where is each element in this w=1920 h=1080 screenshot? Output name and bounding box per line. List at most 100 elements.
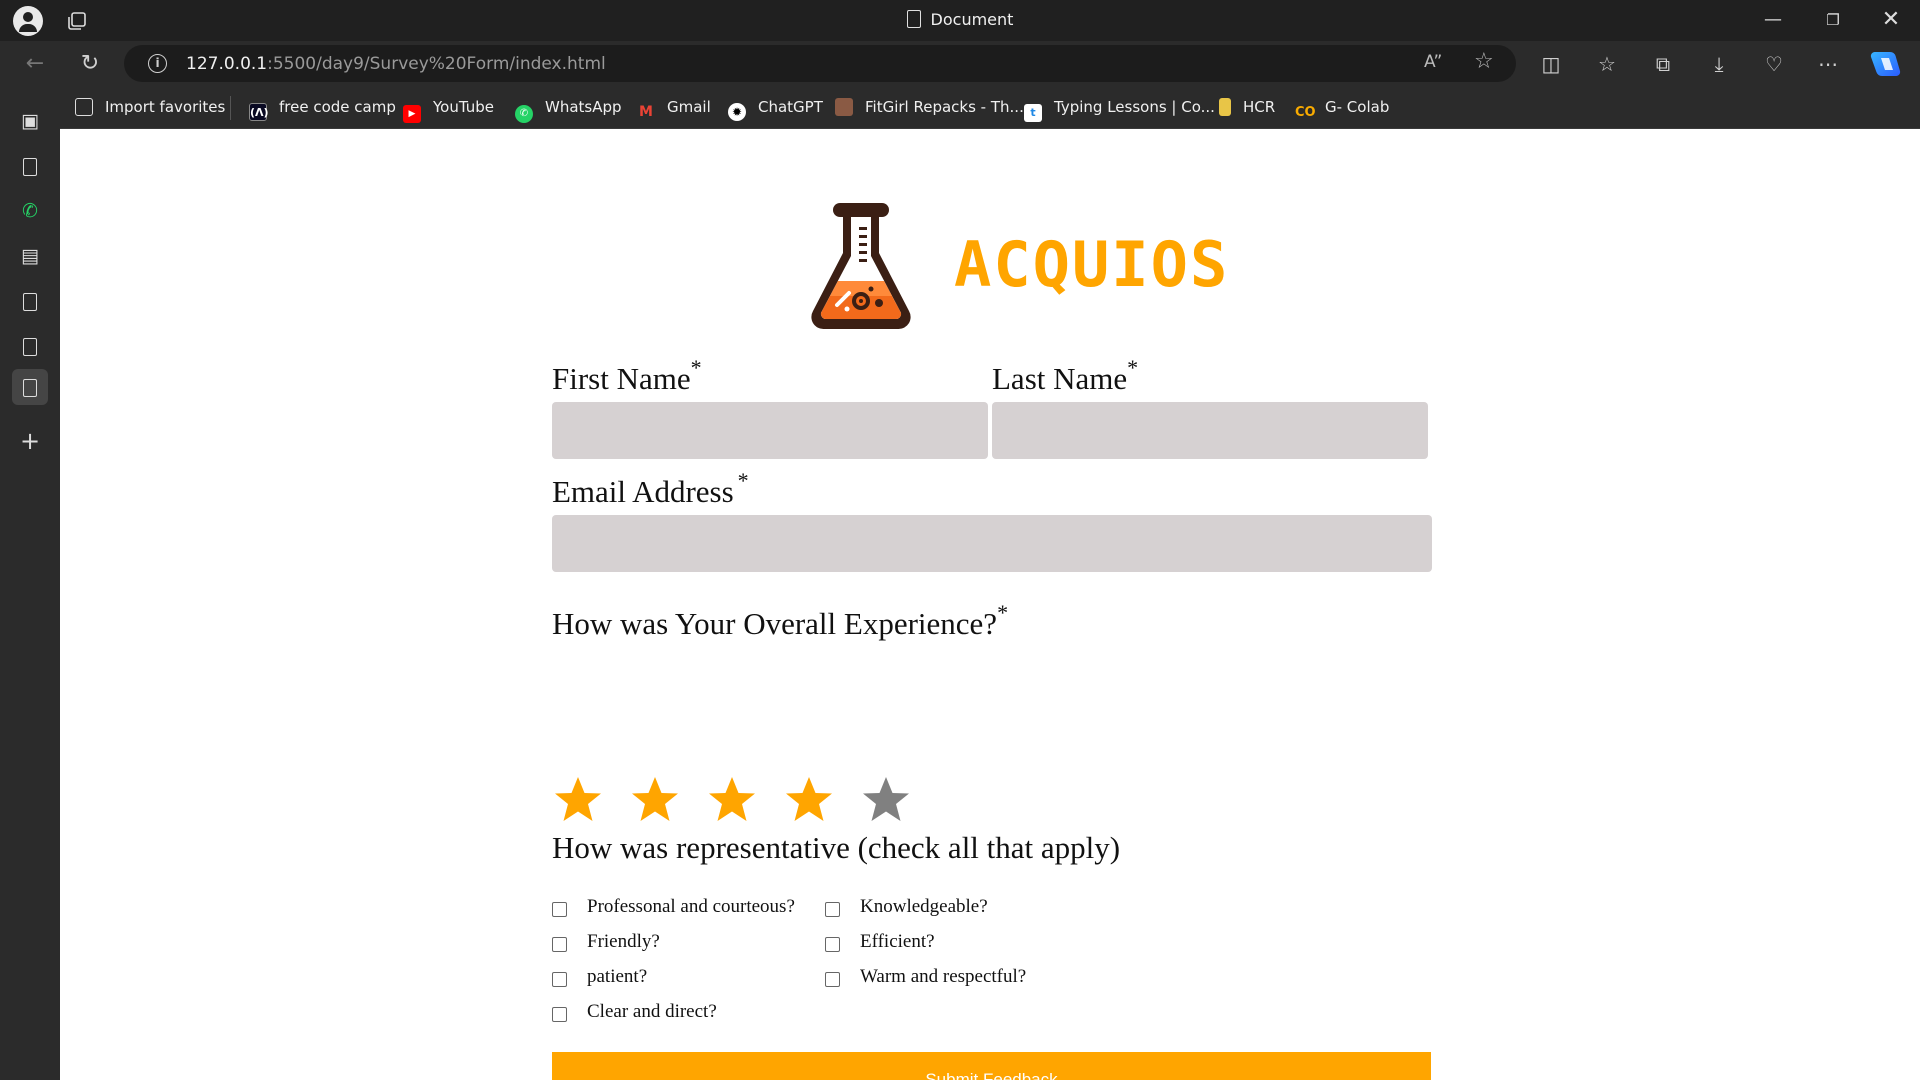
- checkbox-label[interactable]: Efficient?: [860, 931, 935, 953]
- checkbox-box[interactable]: [552, 1007, 567, 1022]
- first-name-input[interactable]: [552, 402, 988, 459]
- bookmark-label: HCR: [1243, 98, 1276, 116]
- close-button[interactable]: ✕: [1871, 4, 1911, 36]
- bookmark-label: YouTube: [433, 98, 494, 116]
- window-title: Document: [0, 10, 1920, 29]
- brand-name: ACQUIOS: [954, 228, 1230, 301]
- add-favorite-star-icon[interactable]: ☆: [1474, 49, 1494, 74]
- last-name-input[interactable]: [992, 402, 1428, 459]
- minimize-button[interactable]: —: [1753, 4, 1793, 36]
- refresh-icon[interactable]: ↻: [75, 49, 105, 79]
- bookmark-import-favorites[interactable]: Import favorites: [75, 96, 225, 118]
- checkbox-box[interactable]: [552, 972, 567, 987]
- experience-label: How was Your Overall Experience?: [552, 606, 998, 641]
- email-group: Email Address *: [552, 468, 1432, 572]
- checkbox-label[interactable]: patient?: [587, 966, 647, 988]
- checkbox-label[interactable]: Warm and respectful?: [860, 966, 1026, 988]
- flask-logo-icon: [811, 203, 911, 330]
- star-filled-icon[interactable]: [783, 775, 835, 825]
- chatgpt-icon: ✹: [728, 103, 746, 121]
- bookmark-label: ChatGPT: [758, 98, 823, 116]
- favorites-icon[interactable]: ☆: [1592, 49, 1622, 79]
- required-asterisk: *: [690, 355, 702, 380]
- brand-header: ACQUIOS: [807, 201, 1527, 331]
- last-name-group: Last Name*: [992, 355, 1428, 459]
- checkbox-label[interactable]: Friendly?: [587, 931, 660, 953]
- restore-button[interactable]: ❐: [1813, 4, 1853, 36]
- hcr-icon: [1219, 98, 1231, 116]
- required-asterisk: *: [737, 468, 749, 493]
- colab-icon: CO: [1295, 105, 1316, 120]
- whatsapp-icon: ✆: [515, 105, 533, 123]
- url-host: 127.0.0.1: [186, 54, 268, 74]
- web-page: ACQUIOS First Name* Last Name* Email Add…: [60, 129, 1920, 1080]
- checkbox-box[interactable]: [825, 972, 840, 987]
- document-icon: [906, 10, 921, 28]
- bookmark-hcr[interactable]: HCR: [1219, 96, 1275, 118]
- site-info-icon[interactable]: i: [148, 54, 167, 73]
- bookmark-label: Import favorites: [105, 98, 226, 116]
- navigation-bar: ← ↻ i 127.0.0.1:5500/day9/Survey%20Form/…: [0, 41, 1920, 86]
- bookmarks-bar: Import favorites (Λ) free code camp ▶ YouT…: [0, 86, 1920, 129]
- first-name-group: First Name*: [552, 355, 988, 459]
- tab-calendar-icon[interactable]: ▤: [16, 242, 44, 270]
- downloads-icon[interactable]: ⤓: [1704, 49, 1734, 79]
- bookmark-gmail[interactable]: M Gmail: [637, 96, 711, 120]
- bookmark-youtube[interactable]: ▶ YouTube: [403, 96, 494, 123]
- new-tab-plus-icon[interactable]: +: [16, 427, 44, 455]
- checkbox-label[interactable]: Professonal and courteous?: [587, 896, 795, 918]
- tab-actions-icon[interactable]: ▣: [16, 107, 44, 135]
- bookmark-label: WhatsApp: [545, 98, 622, 116]
- required-asterisk: *: [997, 600, 1009, 625]
- tab-document-active-icon[interactable]: [12, 369, 48, 405]
- bookmark-free-code-camp[interactable]: (Λ) free code camp: [249, 96, 396, 121]
- window-title-bar: Document — ❐ ✕: [0, 0, 1920, 41]
- checkbox-label[interactable]: Knowledgeable?: [860, 896, 988, 918]
- bookmark-label: G- Colab: [1325, 98, 1390, 116]
- back-arrow-icon[interactable]: ←: [20, 49, 50, 79]
- split-screen-icon[interactable]: ◫: [1536, 49, 1566, 79]
- bookmark-whatsapp[interactable]: ✆ WhatsApp: [515, 96, 622, 123]
- url-text[interactable]: 127.0.0.1:5500/day9/Survey%20Form/index.…: [186, 54, 606, 74]
- submit-feedback-button[interactable]: Submit Feedback: [552, 1052, 1431, 1080]
- checkbox-box[interactable]: [552, 937, 567, 952]
- copilot-icon[interactable]: [1868, 49, 1902, 79]
- bookmark-label: FitGirl Repacks - Th...: [865, 98, 1024, 116]
- collections-icon[interactable]: ⧉: [1648, 49, 1678, 79]
- tab-whatsapp-icon[interactable]: ✆: [16, 197, 44, 225]
- experience-heading: How was Your Overall Experience?*: [552, 600, 1008, 642]
- bookmark-label: free code camp: [279, 98, 396, 116]
- read-aloud-icon[interactable]: A”: [1424, 52, 1442, 72]
- star-empty-icon[interactable]: [860, 775, 912, 825]
- tab-document-icon[interactable]: [16, 332, 44, 360]
- address-bar[interactable]: i 127.0.0.1:5500/day9/Survey%20Form/inde…: [124, 45, 1516, 82]
- more-options-icon[interactable]: ⋯: [1813, 49, 1843, 79]
- checkbox-box[interactable]: [825, 937, 840, 952]
- checkbox-label[interactable]: Clear and direct?: [587, 1001, 717, 1023]
- browser-essentials-icon[interactable]: ♡: [1759, 49, 1789, 79]
- email-label: Email Address: [552, 474, 734, 509]
- tab-document-icon[interactable]: [16, 152, 44, 180]
- checkbox-box[interactable]: [552, 902, 567, 917]
- bookmark-fitgirl[interactable]: FitGirl Repacks - Th...: [835, 96, 1024, 118]
- bookmark-label: Gmail: [667, 98, 711, 116]
- url-path: :5500/day9/Survey%20Form/index.html: [267, 54, 606, 74]
- bookmark-chatgpt[interactable]: ✹ ChatGPT: [728, 96, 823, 121]
- star-filled-icon[interactable]: [706, 775, 758, 825]
- star-filled-icon[interactable]: [629, 775, 681, 825]
- freecodecamp-icon: (Λ): [249, 103, 269, 121]
- bookmark-colab[interactable]: CO G- Colab: [1295, 96, 1390, 120]
- window-title-text: Document: [930, 10, 1014, 29]
- representative-label: How was representative (check all that a…: [552, 830, 1121, 865]
- typing-icon: t: [1024, 104, 1042, 122]
- email-input[interactable]: [552, 515, 1432, 572]
- bookmark-typing-lessons[interactable]: t Typing Lessons | Co...: [1024, 96, 1215, 122]
- youtube-icon: ▶: [403, 105, 421, 123]
- checkbox-box[interactable]: [825, 902, 840, 917]
- star-filled-icon[interactable]: [552, 775, 604, 825]
- required-asterisk: *: [1127, 355, 1139, 380]
- tab-document-icon[interactable]: [16, 287, 44, 315]
- vertical-tabs-sidebar: ▣ ✆ ▤ +: [0, 104, 60, 1080]
- first-name-label: First Name: [552, 361, 691, 396]
- representative-heading: How was representative (check all that a…: [552, 830, 1120, 866]
